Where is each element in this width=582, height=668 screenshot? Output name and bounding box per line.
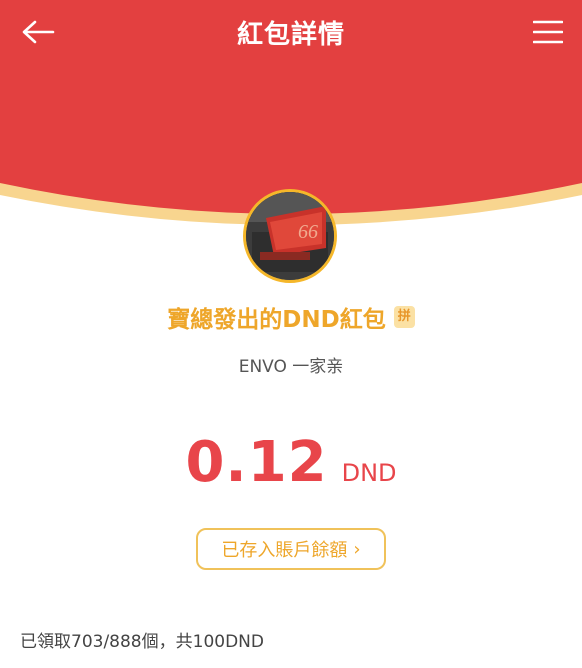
avatar-image: 66 (246, 192, 334, 280)
page-title: 紅包詳情 (236, 20, 345, 50)
sender-row: 寶總發出的DND紅包 拼 (0, 300, 582, 334)
amount-unit: DND (341, 459, 397, 487)
deposited-balance-label: 已存入賬戶餘額 (221, 540, 348, 561)
avatar: 66 (243, 189, 337, 283)
menu-button[interactable] (526, 14, 570, 50)
hamburger-menu-icon (533, 20, 563, 44)
deposited-balance-button[interactable]: 已存入賬戶餘額 › (196, 528, 386, 570)
claim-summary: 已領取703/888個，共100DND (20, 632, 264, 652)
sender-title: 寶總發出的DND紅包 (167, 307, 386, 333)
group-name: ENVO 一家亲 (238, 357, 344, 377)
svg-text:66: 66 (298, 221, 318, 243)
group-packet-badge: 拼 (393, 306, 415, 328)
amount-row: 0.12 DND (0, 430, 582, 496)
top-bar: 紅包詳情 (0, 0, 582, 64)
amount-value: 0.12 (185, 430, 328, 495)
chevron-right-icon: › (353, 538, 361, 560)
